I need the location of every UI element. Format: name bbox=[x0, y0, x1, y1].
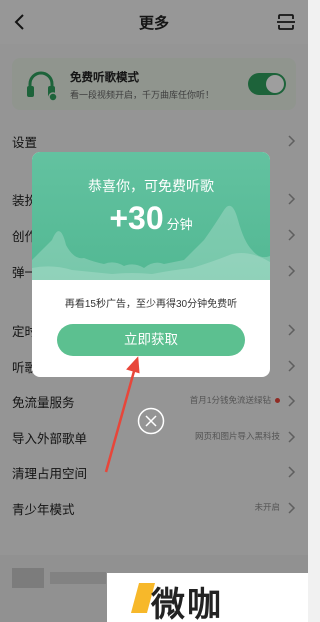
get-now-button[interactable]: 立即获取 bbox=[57, 324, 245, 356]
dialog-amount: +30 分钟 bbox=[32, 200, 270, 237]
reward-dialog: 恭喜你，可免费听歌 +30 分钟 再看15秒广告，至少再得30分钟免费听 立即获取 bbox=[32, 152, 270, 377]
amount-number: +30 bbox=[109, 200, 164, 236]
watermark-text: 微咖 bbox=[151, 586, 223, 622]
annotation-arrow bbox=[104, 356, 140, 473]
amount-unit: 分钟 bbox=[166, 217, 193, 232]
dialog-banner: 恭喜你，可免费听歌 +30 分钟 bbox=[32, 152, 270, 280]
dialog-heading: 恭喜你，可免费听歌 bbox=[88, 178, 214, 194]
watermark-logo: 微咖 bbox=[107, 573, 308, 622]
dialog-description: 再看15秒广告，至少再得30分钟免费听 bbox=[64, 299, 238, 310]
